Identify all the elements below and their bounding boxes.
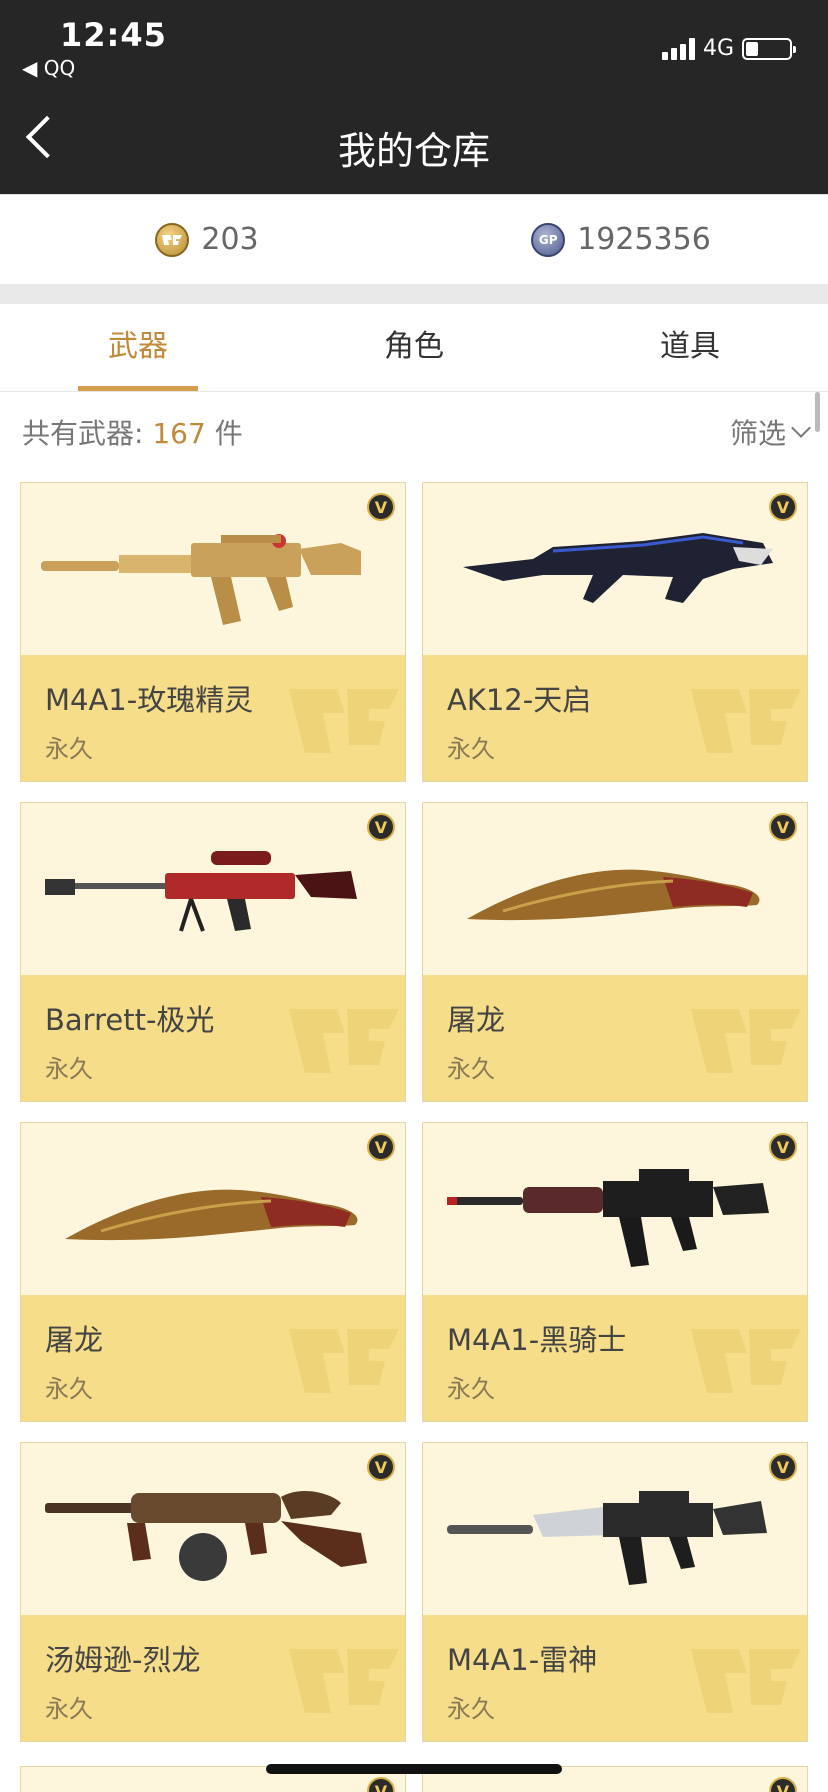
cf-logo-icon [289, 1009, 399, 1073]
cf-logo-icon [691, 1649, 801, 1713]
blade-icon [65, 1189, 358, 1241]
weapon-card[interactable]: V M4A1-雷神 永久 [422, 1442, 808, 1742]
vip-badge-icon: V [769, 1453, 797, 1481]
weapon-card[interactable]: V 屠龙 永久 [20, 1122, 406, 1422]
status-time: 12:45 [60, 16, 167, 54]
home-indicator[interactable] [266, 1764, 562, 1774]
vip-badge-icon: V [769, 1777, 797, 1792]
cf-coin-icon [155, 222, 190, 257]
scrollbar[interactable] [815, 392, 820, 432]
rifle-dark-icon [463, 533, 773, 603]
vip-badge-icon: V [769, 1133, 797, 1161]
weapon-card[interactable]: V 汤姆逊-烈龙 永久 [20, 1442, 406, 1742]
back-to-app-link[interactable]: ◀ QQ [22, 56, 75, 80]
weapon-grid: V M4A1-玫瑰精灵 永久 V AK12-天启 永久 V Barrett-极光… [20, 482, 808, 1742]
weapon-list[interactable]: 共有武器: 167 件 筛选 V M4A1-玫瑰精灵 永久 V AK12-天启 … [0, 392, 828, 1792]
smg-dragon-icon [45, 1490, 367, 1581]
cf-logo-icon [691, 1009, 801, 1073]
cf-logo-icon [691, 689, 801, 753]
filter-label: 筛选 [729, 417, 786, 450]
sniper-red-icon [45, 851, 357, 932]
blade-icon [467, 869, 760, 921]
weapon-card[interactable]: V Barrett-极光 永久 [20, 802, 406, 1102]
weapon-count: 共有武器: 167 件 [22, 412, 243, 452]
page-title: 我的仓库 [337, 129, 490, 173]
weapon-card[interactable]: V M4A1-黑骑士 永久 [422, 1122, 808, 1422]
app-header: 12:45 ◀ QQ 4G 我的仓库 [0, 0, 828, 194]
vip-badge-icon: V [367, 1777, 395, 1792]
cf-logo-icon [289, 689, 399, 753]
cf-logo-icon [691, 1329, 801, 1393]
cf-logo-icon [289, 1649, 399, 1713]
status-indicators: 4G [661, 36, 796, 61]
tab-weapons[interactable]: 武器 [0, 304, 276, 391]
tab-items[interactable]: 道具 [552, 304, 828, 391]
cf-logo-icon [289, 1329, 399, 1393]
chevron-down-icon [791, 418, 811, 438]
battery-icon [742, 37, 796, 60]
tab-characters[interactable]: 角色 [276, 304, 552, 391]
vip-badge-icon: V [367, 1133, 395, 1161]
rifle-gold-icon [41, 534, 361, 625]
rifle-black-icon [447, 1169, 769, 1267]
vip-badge-icon: V [769, 813, 797, 841]
count-unit: 件 [205, 417, 243, 450]
weapon-card[interactable]: V AK12-天启 永久 [422, 482, 808, 782]
vip-badge-icon: V [367, 813, 395, 841]
cf-points-value: 203 [201, 222, 259, 257]
weapon-card[interactable]: V 屠龙 永久 [422, 802, 808, 1102]
category-tabs: 武器 角色 道具 [0, 304, 828, 392]
filter-button[interactable]: 筛选 [729, 412, 811, 452]
gp-points: GP 1925356 [414, 195, 828, 284]
cf-points: 203 [0, 195, 414, 284]
rifle-silver-icon [447, 1491, 767, 1585]
count-prefix: 共有武器: [22, 417, 153, 450]
signal-icon [661, 37, 695, 60]
vip-badge-icon: V [367, 1453, 395, 1481]
gp-coin-icon: GP [531, 222, 566, 257]
section-divider [0, 284, 828, 304]
currency-bar: 203 GP 1925356 [0, 194, 828, 284]
vip-badge-icon: V [769, 493, 797, 521]
network-type: 4G [702, 36, 734, 61]
count-number: 167 [152, 417, 206, 450]
vip-badge-icon: V [367, 493, 395, 521]
gp-points-value: 1925356 [577, 222, 711, 257]
weapon-card[interactable]: V M4A1-玫瑰精灵 永久 [20, 482, 406, 782]
